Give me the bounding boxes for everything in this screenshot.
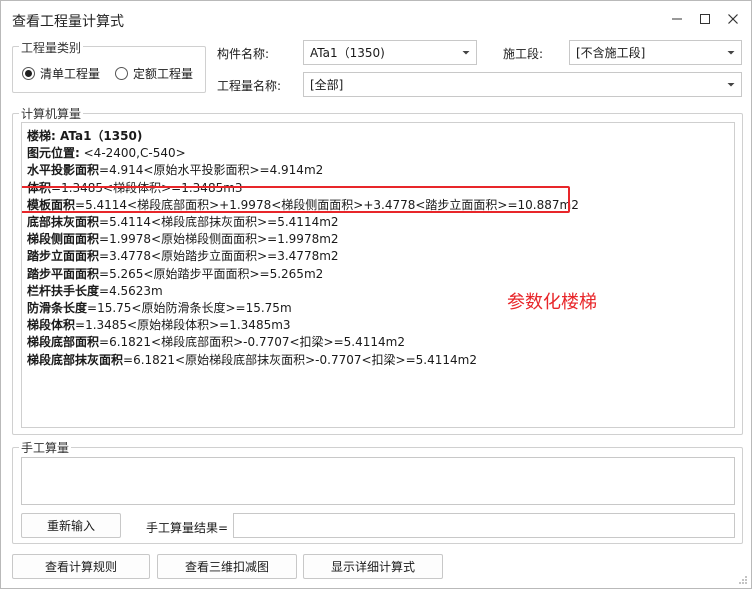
segment-label: 施工段: — [503, 47, 544, 61]
calc-line-value: =15.75<原始防滑条长度>=15.75m — [87, 301, 292, 315]
maximize-icon — [700, 14, 710, 24]
calc-line-key: 梯段体积 — [27, 318, 76, 333]
radio-circle — [115, 67, 128, 80]
calc-line-value: =6.1821<梯段底部面积>-0.7707<扣梁>=5.4114m2 — [99, 335, 405, 350]
radio-circle — [22, 67, 35, 80]
computer-calc-legend: 计算机算量 — [19, 105, 84, 122]
calc-line-value: =5.265<原始踏步平面面积>=5.265m2 — [99, 266, 324, 281]
calc-line: 梯段底部抹灰面积=6.1821<原始梯段底部抹灰面积>-0.7707<扣梁>=5… — [27, 353, 477, 368]
calc-line: 踏步平面面积=5.265<原始踏步平面面积>=5.265m2 — [27, 267, 323, 282]
calc-line-key: 梯段侧面面积 — [27, 232, 100, 247]
calc-line-value: =3.4778<原始踏步立面面积>=3.4778m2 — [99, 249, 339, 264]
manual-calc-input[interactable] — [21, 457, 735, 505]
window-title: 查看工程量计算式 — [12, 14, 124, 30]
calc-line-value: <4-2400,C-540> — [79, 146, 186, 161]
radio-bill-qty-label: 清单工程量 — [40, 67, 101, 81]
calc-line: 踏步立面面积=3.4778<原始踏步立面面积>=3.4778m2 — [27, 249, 339, 264]
component-name-label: 构件名称: — [217, 47, 270, 61]
calc-line-key: 踏步立面面积 — [27, 249, 100, 264]
manual-result-label: 手工算量结果= — [146, 521, 229, 535]
highlight-box — [22, 186, 570, 213]
radio-bill-qty[interactable]: 清单工程量 — [22, 65, 100, 82]
calc-line-key: 水平投影面积 — [27, 163, 100, 178]
component-name-select[interactable]: ATa1（1350) — [303, 40, 477, 65]
calc-line-key: 防滑条长度 — [27, 301, 88, 315]
calc-line: 梯段底部面积=6.1821<梯段底部面积>-0.7707<扣梁>=5.4114m… — [27, 335, 405, 350]
calc-line: 防滑条长度=15.75<原始防滑条长度>=15.75m — [27, 301, 292, 316]
calc-line-key: 梯段底部面积 — [27, 335, 100, 350]
close-button[interactable] — [722, 9, 744, 29]
qty-name-label: 工程量名称: — [217, 79, 282, 93]
calc-line: 图元位置: <4-2400,C-540> — [27, 146, 186, 161]
calc-line: 楼梯: ATa1（1350) — [27, 129, 142, 144]
calc-line-value: =1.9978<原始梯段侧面面积>=1.9978m2 — [99, 232, 339, 247]
chevron-down-icon — [727, 51, 735, 55]
chevron-down-icon — [462, 51, 470, 55]
reenter-button[interactable]: 重新输入 — [21, 513, 121, 538]
calc-line-key: 图元位置: — [27, 146, 80, 161]
radio-quota-qty[interactable]: 定额工程量 — [115, 65, 193, 82]
calc-line: 梯段侧面面积=1.9978<原始梯段侧面面积>=1.9978m2 — [27, 232, 339, 247]
calc-line-value: =5.4114<梯段底部抹灰面积>=5.4114m2 — [99, 215, 339, 229]
title-bar[interactable]: 查看工程量计算式 — [1, 1, 751, 37]
calc-line: 梯段体积=1.3485<原始梯段体积>=1.3485m3 — [27, 318, 291, 333]
qty-name-value: [全部] — [310, 78, 344, 92]
calc-line-key: 底部抹灰面积 — [27, 215, 100, 229]
minimize-button[interactable] — [666, 9, 688, 29]
qty-name-select[interactable]: [全部] — [303, 72, 742, 97]
calc-line-value: =1.3485<原始梯段体积>=1.3485m3 — [75, 318, 291, 333]
view-3d-button[interactable]: 查看三维扣减图 — [157, 554, 297, 579]
calc-line-value: =6.1821<原始梯段底部抹灰面积>-0.7707<扣梁>=5.4114m2 — [123, 352, 477, 367]
component-name-value: ATa1（1350) — [310, 46, 385, 60]
calc-line-key: 栏杆扶手长度 — [27, 283, 100, 298]
calc-formula-area[interactable]: 楼梯: ATa1（1350) 图元位置: <4-2400,C-540> 水平投影面积… — [21, 122, 735, 428]
manual-calc-legend: 手工算量 — [19, 439, 72, 456]
close-icon — [728, 14, 738, 24]
maximize-button[interactable] — [694, 9, 716, 29]
manual-result-input[interactable] — [233, 513, 735, 538]
qty-category-legend: 工程量类别 — [19, 39, 84, 56]
calc-line-value: =4.914<原始水平投影面积>=4.914m2 — [99, 163, 324, 178]
radio-quota-qty-label: 定额工程量 — [133, 67, 194, 81]
dialog-window: 查看工程量计算式 工程量类别 清单工程量 定额工程量 构件名称: ATa1（13… — [0, 0, 752, 589]
calc-line: 水平投影面积=4.914<原始水平投影面积>=4.914m2 — [27, 163, 323, 178]
show-detail-button[interactable]: 显示详细计算式 — [303, 554, 443, 579]
view-rules-button[interactable]: 查看计算规则 — [12, 554, 150, 579]
calc-line-key: 楼梯: ATa1（1350) — [27, 129, 143, 143]
minimize-icon — [672, 18, 682, 20]
calc-line-key: 梯段底部抹灰面积 — [27, 352, 124, 367]
segment-value: [不含施工段] — [576, 46, 646, 60]
annotation-text: 参数化楼梯 — [507, 292, 597, 313]
calc-line: 底部抹灰面积=5.4114<梯段底部抹灰面积>=5.4114m2 — [27, 215, 339, 230]
resize-grip-icon[interactable] — [738, 575, 748, 585]
segment-select[interactable]: [不含施工段] — [569, 40, 742, 65]
chevron-down-icon — [727, 83, 735, 87]
calc-line-value: =4.5623m — [99, 283, 163, 298]
calc-line: 栏杆扶手长度=4.5623m — [27, 284, 163, 299]
calc-line-key: 踏步平面面积 — [27, 266, 100, 281]
